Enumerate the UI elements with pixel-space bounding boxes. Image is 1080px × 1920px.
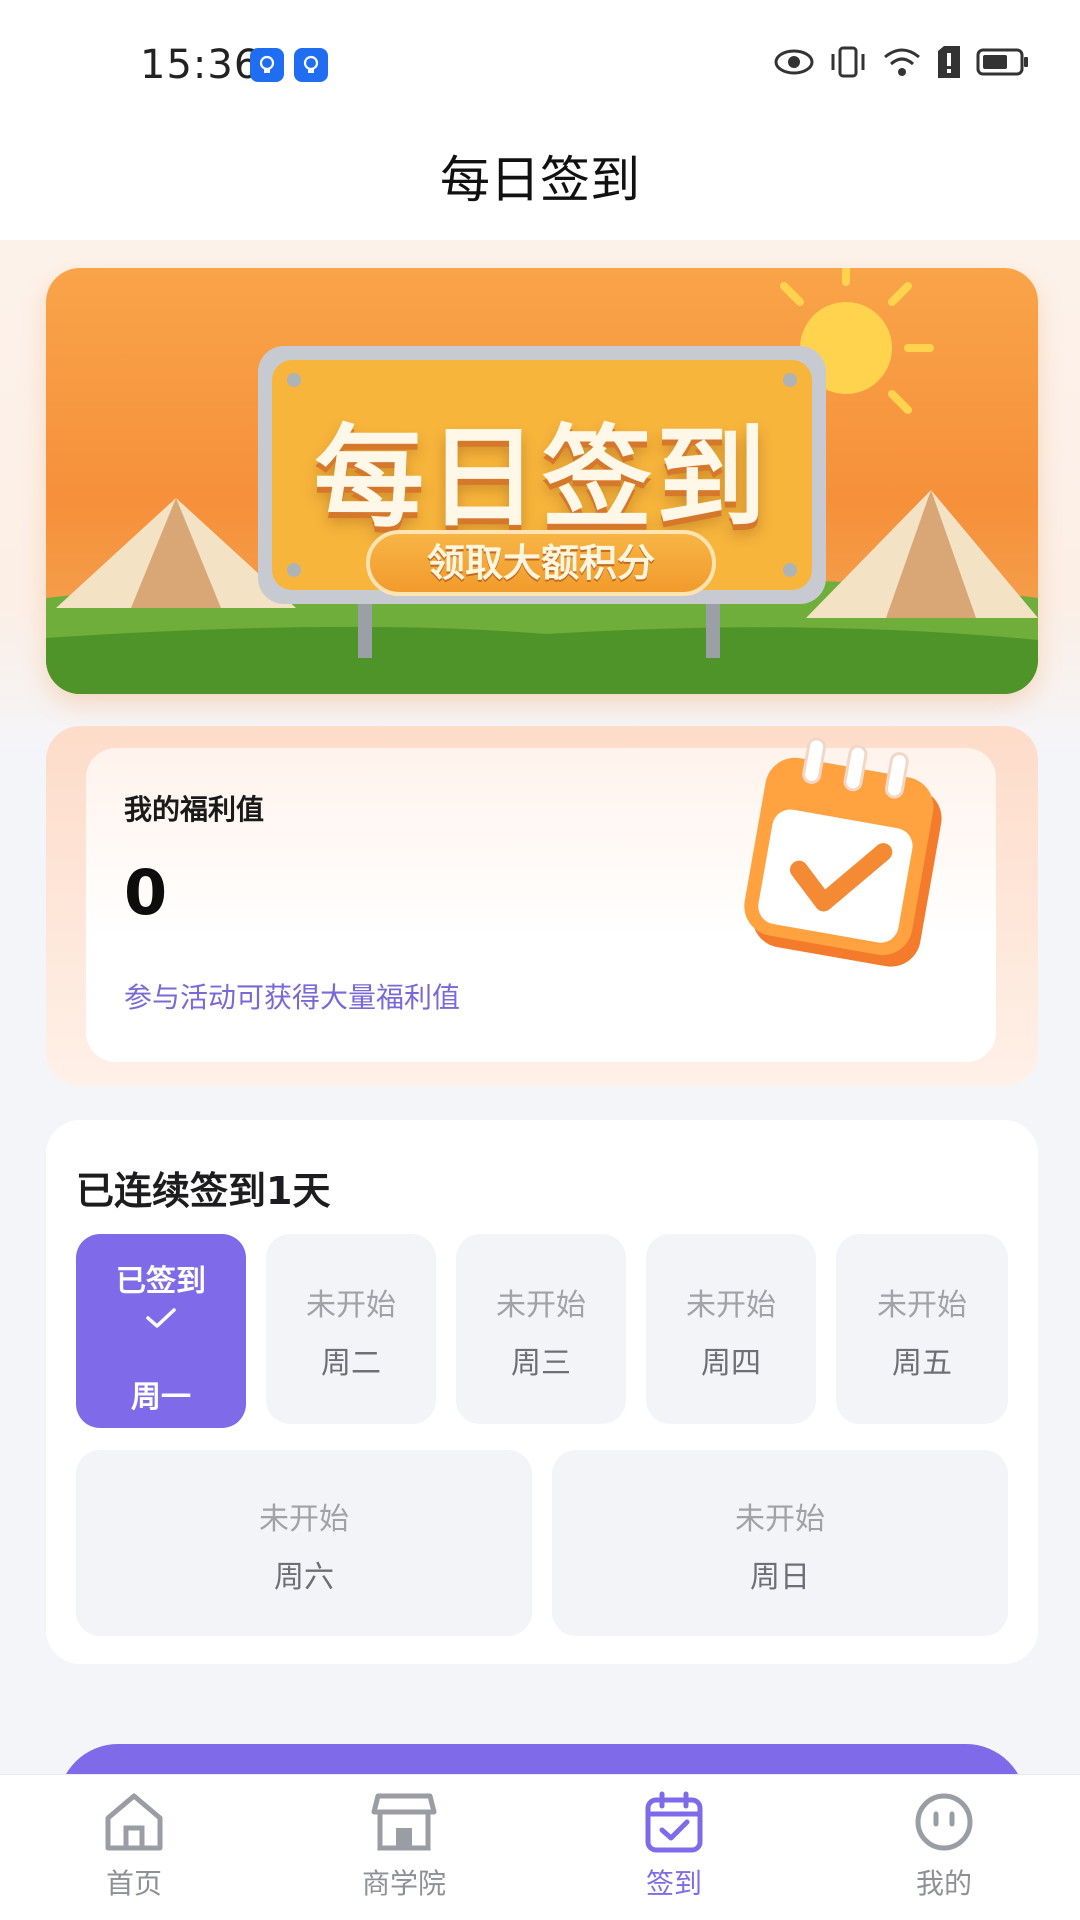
- banner-subtitle: 领取大额积分: [366, 530, 716, 596]
- banner[interactable]: 每日签到 领取大额积分: [46, 268, 1038, 694]
- lightbulb-icon: [294, 48, 328, 82]
- day-sat[interactable]: 未开始 周六: [76, 1450, 532, 1636]
- day-thu[interactable]: 未开始 周四: [646, 1234, 816, 1424]
- day-status: 未开始: [259, 1502, 349, 1537]
- day-sun[interactable]: 未开始 周日: [552, 1450, 1008, 1636]
- day-weekday: 周三: [511, 1346, 571, 1381]
- status-time: 15:36: [140, 42, 261, 88]
- vibrate-icon: [831, 46, 865, 78]
- tab-label: 我的: [915, 1867, 972, 1900]
- day-status: 未开始: [686, 1288, 776, 1323]
- tab-academy[interactable]: 商学院: [314, 1790, 494, 1902]
- tab-profile[interactable]: 我的: [854, 1790, 1034, 1902]
- day-fri[interactable]: 未开始 周五: [836, 1234, 1008, 1424]
- calendar-check-icon: [645, 1791, 703, 1853]
- welfare-label: 我的福利值: [124, 793, 265, 826]
- day-wed[interactable]: 未开始 周三: [456, 1234, 626, 1424]
- day-tue[interactable]: 未开始 周二: [266, 1234, 436, 1424]
- day-status: 已签到: [116, 1264, 206, 1299]
- lightbulb-icon: [250, 48, 284, 82]
- tab-label: 首页: [105, 1867, 162, 1900]
- day-weekday: 周五: [892, 1346, 952, 1381]
- day-status: 未开始: [306, 1288, 396, 1323]
- sim-alert-icon: [938, 46, 960, 78]
- welfare-hint: 参与活动可获得大量福利值: [124, 981, 461, 1014]
- day-status: 未开始: [735, 1502, 825, 1537]
- battery-icon: [976, 48, 1028, 76]
- calendar-check-icon: [744, 737, 942, 967]
- welfare-value: 0: [124, 856, 168, 929]
- day-status: 未开始: [877, 1288, 967, 1323]
- store-icon: [371, 1793, 437, 1851]
- eye-icon: [774, 49, 814, 75]
- day-mon[interactable]: 已签到 周一: [76, 1234, 246, 1428]
- tab-label: 签到: [645, 1867, 702, 1900]
- wifi-icon: [884, 48, 920, 76]
- day-weekday: 周日: [750, 1560, 810, 1595]
- home-icon: [105, 1793, 163, 1851]
- streak-title: 已连续签到1天: [76, 1169, 331, 1213]
- day-weekday: 周四: [701, 1346, 761, 1381]
- day-weekday: 周六: [274, 1560, 334, 1595]
- banner-title: 每日签到: [314, 414, 770, 542]
- day-weekday: 周一: [131, 1380, 191, 1415]
- profile-icon: [915, 1793, 973, 1851]
- page-title: 每日签到: [440, 151, 640, 209]
- tab-home[interactable]: 首页: [44, 1790, 224, 1902]
- check-icon: [76, 1306, 246, 1334]
- tab-label: 商学院: [361, 1867, 446, 1900]
- day-weekday: 周二: [321, 1346, 381, 1381]
- status-icons: [774, 45, 1030, 79]
- day-status: 未开始: [496, 1288, 586, 1323]
- tab-sign-in[interactable]: 签到: [584, 1790, 764, 1902]
